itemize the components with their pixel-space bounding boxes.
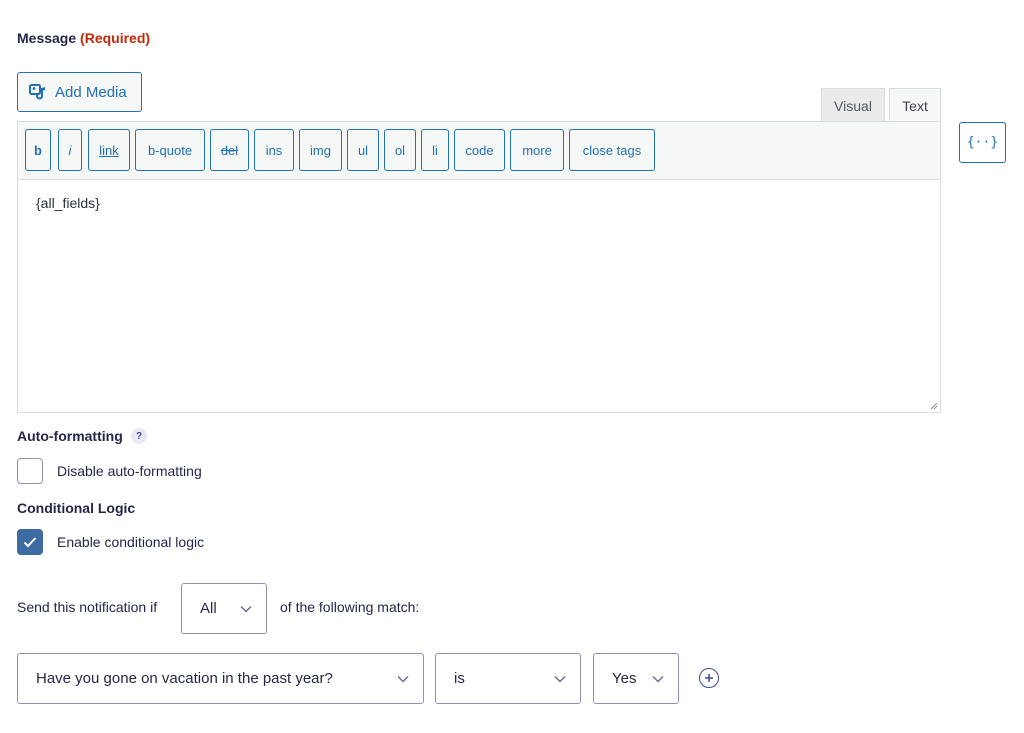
add-rule-button[interactable] <box>699 668 719 688</box>
code-button[interactable]: code <box>454 129 505 171</box>
chevron-down-icon <box>554 675 566 683</box>
li-button[interactable]: li <box>421 129 449 171</box>
del-button[interactable]: del <box>210 129 249 171</box>
message-editor: b i link b-quote del ins img ul ol li co… <box>17 121 941 413</box>
add-media-label: Add Media <box>55 83 127 101</box>
quicktags-toolbar: b i link b-quote del ins img ul ol li co… <box>18 122 940 180</box>
italic-button[interactable]: i <box>58 129 82 171</box>
rule-value-select[interactable]: Yes <box>593 653 679 704</box>
ul-button[interactable]: ul <box>347 129 379 171</box>
ins-button[interactable]: ins <box>254 129 294 171</box>
send-condition-suffix: of the following match: <box>280 599 420 615</box>
tab-visual[interactable]: Visual <box>821 88 885 122</box>
chevron-down-icon <box>652 675 664 683</box>
disable-auto-formatting-checkbox[interactable] <box>17 458 43 484</box>
rule-value-value: Yes <box>612 670 637 687</box>
disable-auto-formatting-label[interactable]: Disable auto-formatting <box>57 463 202 479</box>
check-icon <box>23 537 37 548</box>
media-icon <box>29 84 45 100</box>
chevron-down-icon <box>397 675 409 683</box>
plus-icon <box>705 674 713 682</box>
img-button[interactable]: img <box>299 129 342 171</box>
link-button[interactable]: link <box>88 129 130 171</box>
merge-tags-button[interactable]: {··} <box>959 122 1006 163</box>
logic-type-value: All <box>200 600 217 617</box>
ol-button[interactable]: ol <box>384 129 416 171</box>
resize-handle-icon[interactable] <box>930 402 938 410</box>
auto-formatting-heading: Auto-formatting <box>17 428 123 444</box>
message-textarea[interactable]: {all_fields} <box>18 180 940 412</box>
rule-field-value: Have you gone on vacation in the past ye… <box>36 670 333 687</box>
logic-type-select[interactable]: All <box>181 583 267 634</box>
enable-conditional-logic-label[interactable]: Enable conditional logic <box>57 534 204 550</box>
send-condition-prefix: Send this notification if <box>17 599 158 615</box>
bold-button[interactable]: b <box>25 129 51 171</box>
tab-text[interactable]: Text <box>889 88 941 122</box>
help-icon[interactable]: ? <box>131 428 147 444</box>
field-label-text: Message <box>17 30 77 46</box>
required-indicator: (Required) <box>80 30 151 46</box>
rule-operator-value: is <box>454 670 465 687</box>
rule-field-select[interactable]: Have you gone on vacation in the past ye… <box>17 653 424 704</box>
enable-conditional-logic-checkbox[interactable] <box>17 529 43 555</box>
conditional-logic-heading: Conditional Logic <box>17 500 136 516</box>
blockquote-button[interactable]: b-quote <box>135 129 205 171</box>
add-media-button[interactable]: Add Media <box>17 72 142 112</box>
more-button[interactable]: more <box>510 129 564 171</box>
rule-operator-select[interactable]: is <box>435 653 581 704</box>
chevron-down-icon <box>240 605 252 613</box>
close-tags-button[interactable]: close tags <box>569 129 655 171</box>
message-field-label: Message (Required) <box>17 30 150 46</box>
